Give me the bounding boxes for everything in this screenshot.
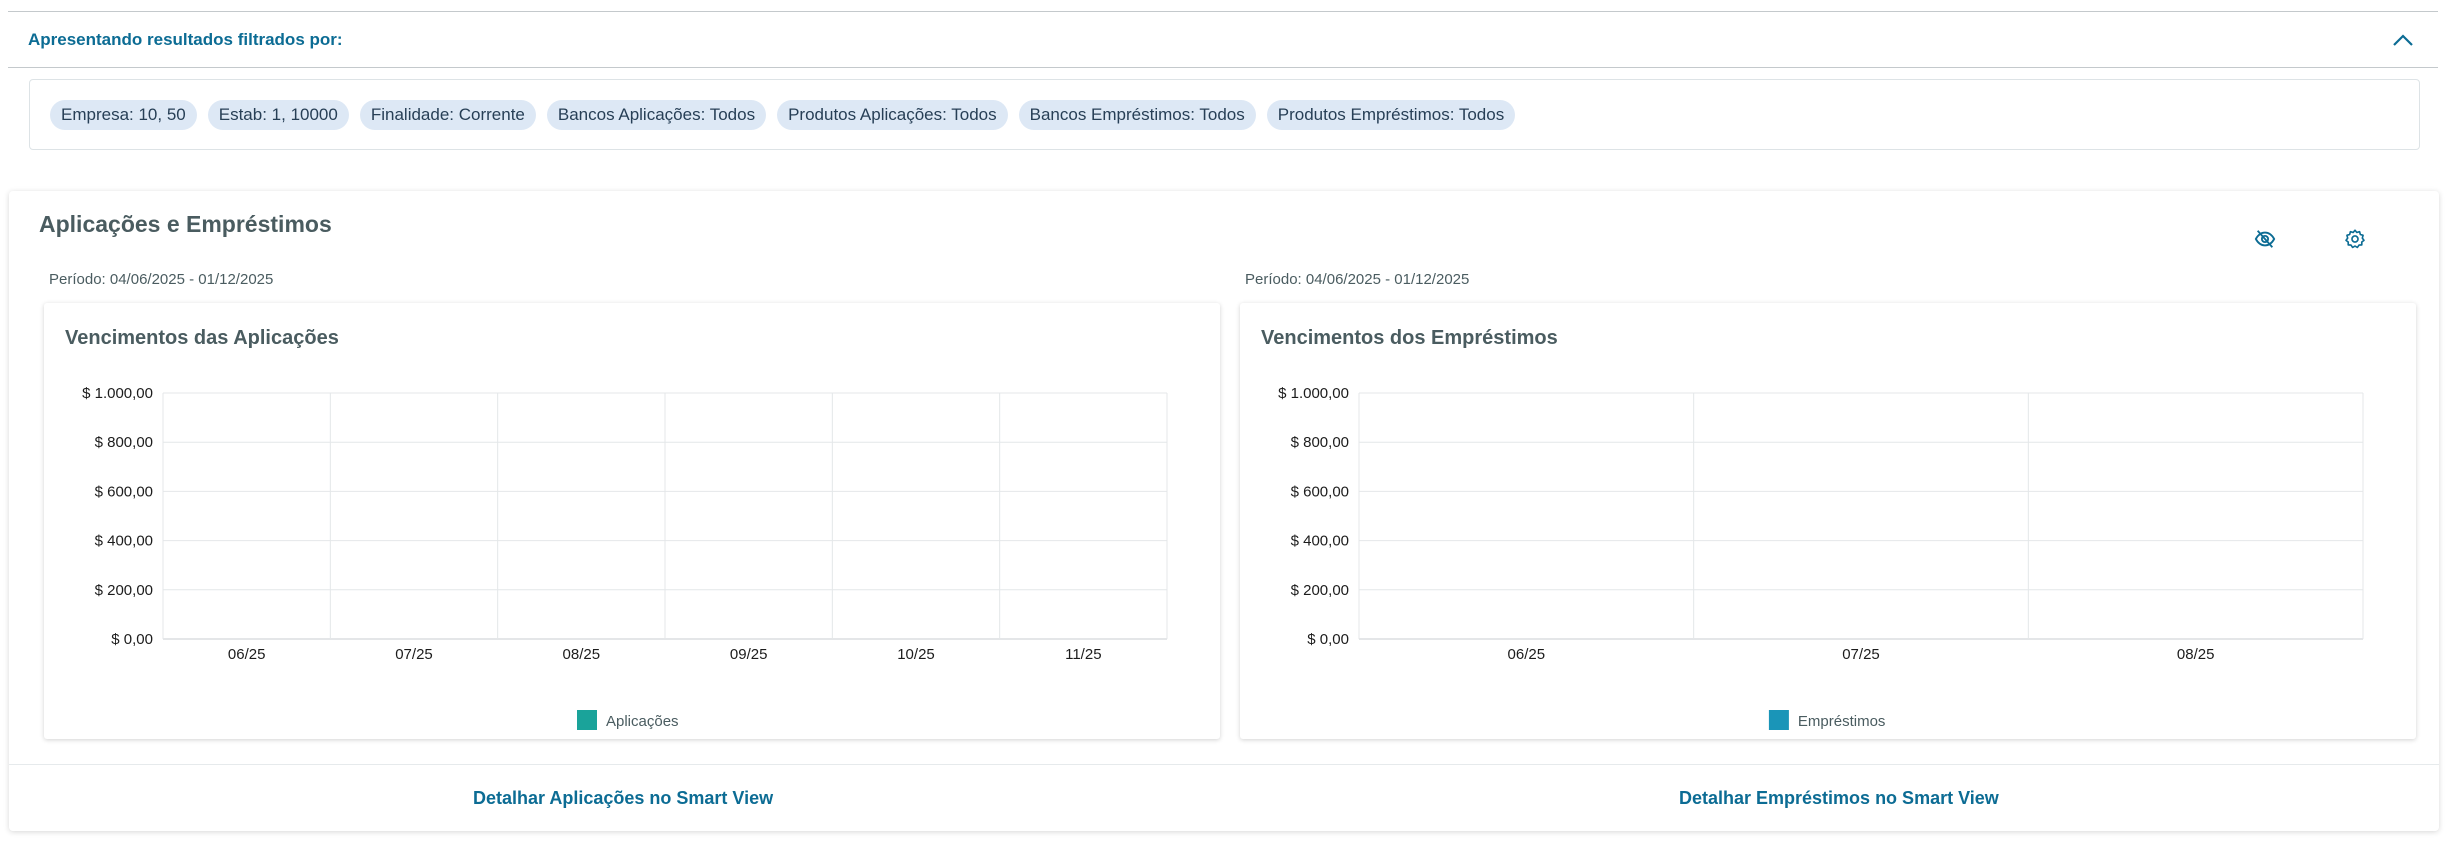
detalhar-emprestimos-link[interactable]: Detalhar Empréstimos no Smart View xyxy=(1679,788,1999,809)
x-tick-label: 08/25 xyxy=(2177,646,2215,663)
filter-tag-produtos-aplicacoes: Produtos Aplicações: Todos xyxy=(777,99,1008,130)
legend-label: Empréstimos xyxy=(1798,713,1886,730)
filter-tag-empresa: Empresa: 10, 50 xyxy=(50,99,197,130)
x-tick-label: 10/25 xyxy=(897,646,935,663)
y-tick-label: $ 1.000,00 xyxy=(1278,385,1349,402)
chart-emprestimos-svg: $ 0,00 $ 200,00 $ 400,00 $ 600,00 $ 800,00 $ … xyxy=(1278,385,2364,730)
aplicacoes-emprestimos-card: Aplicações e Empréstimos Período: 04/06/… xyxy=(9,191,2439,831)
y-tick-label: $ 600,00 xyxy=(1291,483,1349,500)
y-tick-label: $ 400,00 xyxy=(95,533,153,550)
legend-swatch xyxy=(577,710,597,730)
filter-tag-bancos-aplicacoes: Bancos Aplicações: Todos xyxy=(546,99,767,130)
y-tick-label: $ 200,00 xyxy=(95,582,153,599)
filter-title: Apresentando resultados filtrados por: xyxy=(28,29,343,49)
legend-swatch xyxy=(1768,710,1789,730)
y-tick-label: $ 0,00 xyxy=(1307,631,1349,648)
chart-emprestimos: Vencimentos dos Empréstimos $ 0,00 $ 200,… xyxy=(1240,303,2416,739)
legend: Empréstimos xyxy=(1768,710,1886,730)
y-tick-label: $ 600,00 xyxy=(95,483,153,500)
footer-divider xyxy=(9,764,2439,765)
y-tick-label: $ 800,00 xyxy=(95,434,153,451)
x-tick-label: 09/25 xyxy=(730,646,768,663)
eye-off-icon[interactable] xyxy=(2247,221,2283,257)
y-tick-label: $ 1.000,00 xyxy=(82,385,153,402)
filter-header: Apresentando resultados filtrados por: xyxy=(8,11,2438,68)
filter-tag-bancos-emprestimos: Bancos Empréstimos: Todos xyxy=(1018,99,1256,130)
x-tick-label: 11/25 xyxy=(1065,646,1101,663)
chart-aplicacoes: Vencimentos das Aplicações $ 0,00 $ 200,0… xyxy=(44,303,1220,739)
y-tick-label: $ 0,00 xyxy=(111,631,153,648)
legend-label: Aplicações xyxy=(606,713,679,730)
filter-tag-estab: Estab: 1, 10000 xyxy=(207,99,349,130)
card-title: Aplicações e Empréstimos xyxy=(39,211,332,237)
chart-aplicacoes-svg: $ 0,00 $ 200,00 $ 400,00 $ 600,00 $ 800,00 $ … xyxy=(82,385,1168,730)
x-tick-label: 06/25 xyxy=(228,646,266,663)
y-tick-label: $ 200,00 xyxy=(1291,582,1349,599)
period-left: Período: 04/06/2025 - 01/12/2025 xyxy=(49,271,274,288)
detalhar-aplicacoes-link[interactable]: Detalhar Aplicações no Smart View xyxy=(473,788,773,809)
legend: Aplicações xyxy=(577,710,679,730)
filter-tags: Empresa: 10, 50 Estab: 1, 10000 Finalida… xyxy=(29,79,2420,150)
gear-icon[interactable] xyxy=(2337,221,2373,257)
filter-tag-produtos-emprestimos: Produtos Empréstimos: Todos xyxy=(1266,99,1516,130)
period-right: Período: 04/06/2025 - 01/12/2025 xyxy=(1245,271,1470,288)
filter-tag-finalidade: Finalidade: Corrente xyxy=(359,99,536,130)
x-tick-label: 07/25 xyxy=(1842,646,1880,663)
x-tick-label: 06/25 xyxy=(1508,646,1546,663)
x-tick-label: 07/25 xyxy=(395,646,433,663)
chevron-up-icon[interactable] xyxy=(2388,25,2418,55)
y-tick-label: $ 400,00 xyxy=(1291,533,1349,550)
y-tick-label: $ 800,00 xyxy=(1291,434,1349,451)
x-tick-label: 08/25 xyxy=(563,646,601,663)
